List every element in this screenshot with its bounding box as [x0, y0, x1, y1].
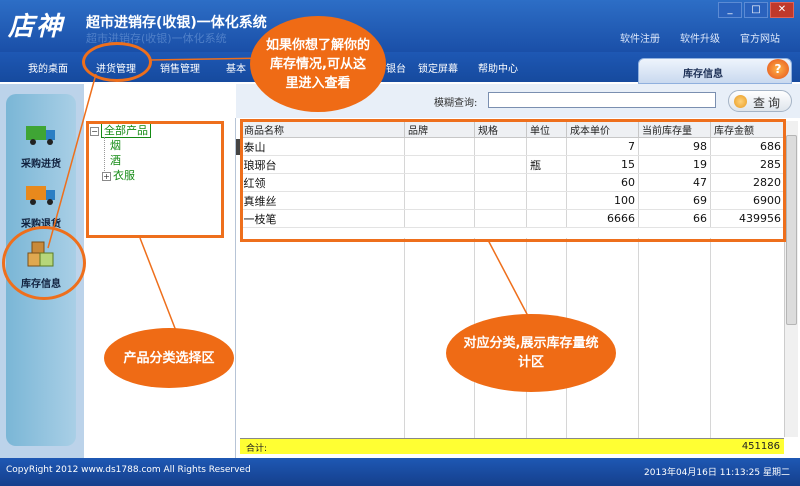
search-label: 模糊查询: [434, 98, 478, 109]
vertical-scrollbar[interactable] [784, 121, 798, 437]
search-button[interactable]: 查询 [728, 90, 792, 112]
help-icon[interactable]: ? [767, 59, 789, 79]
app-logo: 店神 [8, 12, 65, 42]
column-guide [710, 238, 711, 438]
search-icon [734, 95, 747, 108]
totals-value: 451186 [741, 441, 780, 452]
datetime-text: 2013年04月16日 11:13:25 星期二 [644, 468, 790, 478]
column-guide [404, 238, 405, 438]
search-input[interactable] [488, 92, 716, 108]
menu-basic[interactable]: 基本 [226, 60, 246, 75]
stock-info-tab-label: 库存信息 [683, 69, 723, 80]
app-title: 超市进销存(收银)一体化系统 [86, 15, 267, 31]
minimize-button[interactable]: _ [718, 2, 742, 18]
copyright-text: CopyRight 2012 www.ds1788.com All Rights… [6, 465, 251, 475]
highlight-category-area [86, 121, 224, 238]
column-guide [638, 238, 639, 438]
close-button[interactable]: ✕ [770, 2, 794, 18]
totals-label: 合计: [246, 444, 268, 454]
upgrade-link[interactable]: 软件升级 [680, 30, 720, 45]
sidebar-item-purchase-in[interactable]: 采购进货 [6, 120, 76, 170]
callout-stock: 对应分类,展示库存量统计区 [446, 314, 616, 392]
menu-help-center[interactable]: 帮助中心 [478, 60, 518, 75]
official-site-link[interactable]: 官方网站 [740, 30, 780, 45]
highlight-stock-table [240, 119, 786, 242]
menu-sales-management[interactable]: 销售管理 [160, 60, 200, 75]
menu-my-desktop[interactable]: 我的桌面 [28, 60, 68, 75]
sidebar-item-label: 采购进货 [21, 159, 61, 170]
window-controls: _ □ ✕ [718, 2, 794, 18]
stock-info-tab[interactable]: 库存信息 ? [638, 58, 792, 84]
sidebar-item-purchase-return[interactable]: 采购退货 [6, 180, 76, 230]
status-bar: CopyRight 2012 www.ds1788.com All Rights… [0, 458, 800, 486]
truck-orange-icon [26, 186, 55, 205]
menu-cashier[interactable]: 银台 [386, 60, 406, 75]
totals-row: 合计: 451186 [240, 438, 784, 454]
callout-top: 如果你想了解你的库存情况,可从这里进入查看 [250, 16, 386, 112]
truck-green-icon [26, 126, 55, 145]
callout-category: 产品分类选择区 [104, 328, 234, 388]
register-link[interactable]: 软件注册 [620, 30, 660, 45]
top-links: 软件注册 软件升级 官方网站 [620, 30, 780, 45]
restore-button[interactable]: □ [744, 2, 768, 18]
highlight-purchase-menu [82, 42, 152, 82]
search-button-label: 查询 [753, 96, 784, 110]
highlight-stock-info [2, 226, 86, 300]
scrollbar-thumb[interactable] [786, 135, 797, 325]
menu-lock-screen[interactable]: 锁定屏幕 [418, 60, 458, 75]
